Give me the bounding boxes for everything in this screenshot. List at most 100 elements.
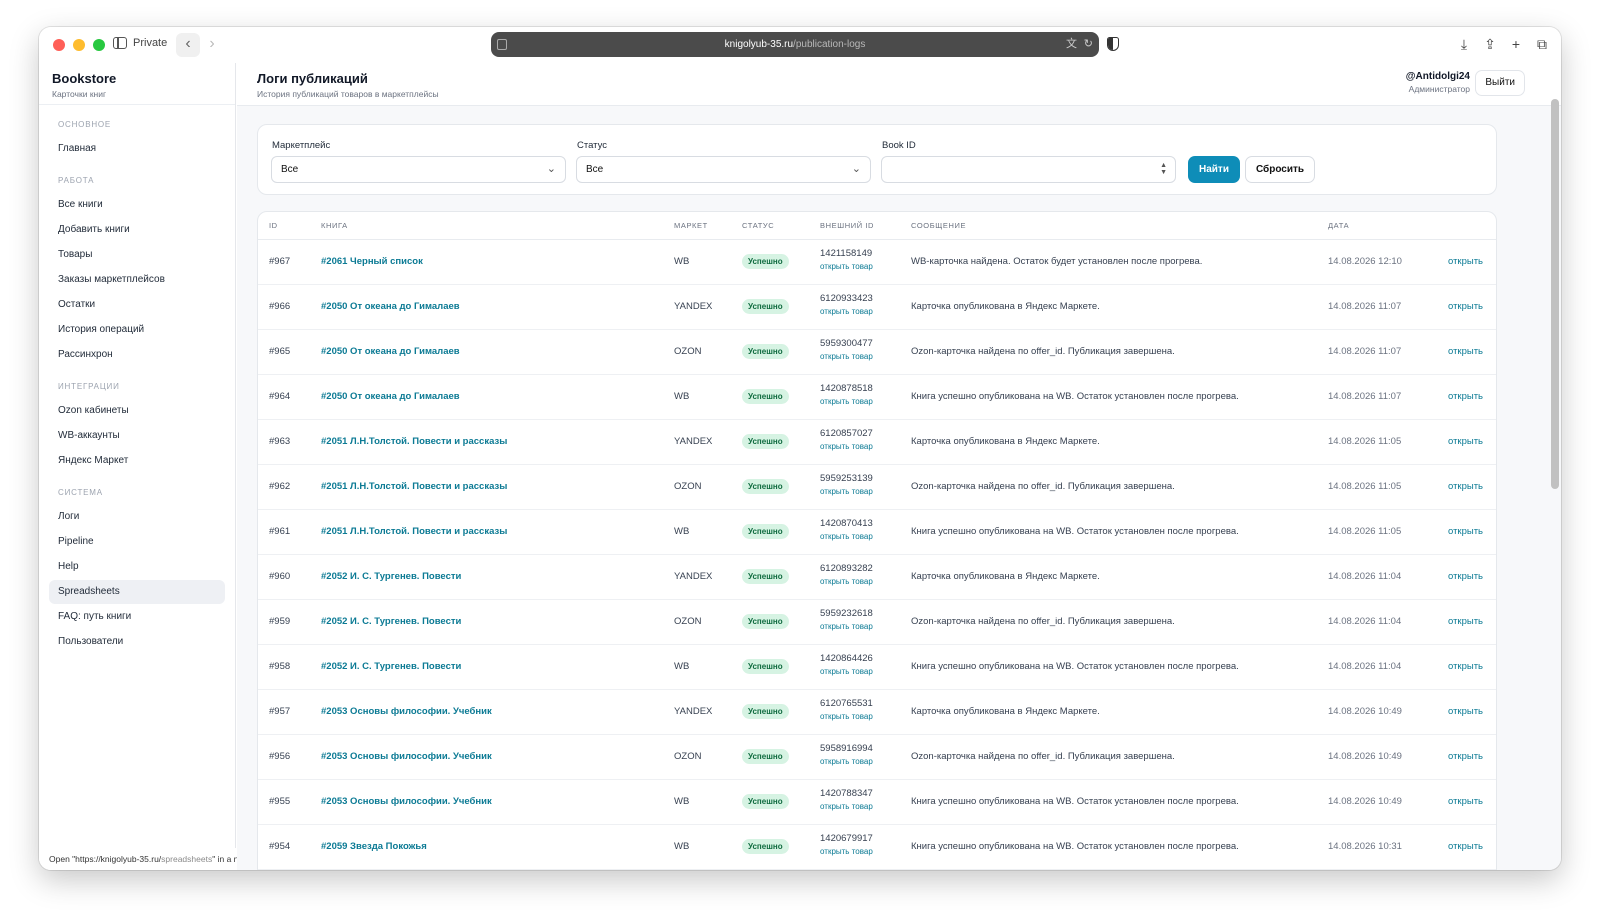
sidebar-item[interactable]: История операций xyxy=(49,318,225,342)
new-tab-icon[interactable]: + xyxy=(1509,35,1523,53)
url-path: /publication-logs xyxy=(793,39,866,50)
address-bar[interactable]: knigolyub-35.ru/publication-logs 文 ↻ xyxy=(491,32,1099,57)
open-product-link[interactable]: открыть товар xyxy=(820,487,873,496)
sidebar-item[interactable]: Остатки xyxy=(49,293,225,317)
open-link[interactable]: открыть xyxy=(1448,841,1483,852)
open-link[interactable]: открыть xyxy=(1448,436,1483,447)
external-id: 1420870413 xyxy=(820,518,873,529)
sidebar-item[interactable]: Добавить книги xyxy=(49,218,225,242)
open-link[interactable]: открыть xyxy=(1448,256,1483,267)
market-name: WB xyxy=(674,661,690,672)
sidebar-item[interactable]: Пользователи xyxy=(49,630,225,654)
book-link[interactable]: #2050 От океана до Гималаев xyxy=(321,391,460,402)
back-button[interactable]: ‹ xyxy=(176,33,200,57)
book-link[interactable]: #2052 И. С. Тургенев. Повести xyxy=(321,571,461,582)
open-product-link[interactable]: открыть товар xyxy=(820,622,873,631)
book-link[interactable]: #2052 И. С. Тургенев. Повести xyxy=(321,661,461,672)
open-product-link[interactable]: открыть товар xyxy=(820,757,873,766)
sidebar-item[interactable]: Товары xyxy=(49,243,225,267)
minimize-window-button[interactable] xyxy=(73,39,85,51)
sidebar-item[interactable]: Все книги xyxy=(49,193,225,217)
open-product-link[interactable]: открыть товар xyxy=(820,442,873,451)
sidebar-item[interactable]: Spreadsheets xyxy=(49,580,225,604)
date-text: 14.08.2026 10:31 xyxy=(1328,841,1402,852)
book-link[interactable]: #2050 От океана до Гималаев xyxy=(321,346,460,357)
divider xyxy=(39,104,235,105)
forward-button[interactable]: › xyxy=(200,33,224,57)
sidebar-item[interactable]: FAQ: путь книги xyxy=(49,605,225,629)
open-link[interactable]: открыть xyxy=(1448,706,1483,717)
book-link[interactable]: #2051 Л.Н.Толстой. Повести и рассказы xyxy=(321,526,507,537)
open-link[interactable]: открыть xyxy=(1448,526,1483,537)
reset-button[interactable]: Сбросить xyxy=(1245,156,1315,183)
book-link[interactable]: #2061 Черный список xyxy=(321,256,423,267)
brand[interactable]: Bookstore Карточки книг xyxy=(52,71,116,99)
sidebar-item[interactable]: Главная xyxy=(49,137,225,161)
sidebar-item[interactable]: Help xyxy=(49,555,225,579)
open-product-link[interactable]: открыть товар xyxy=(820,802,873,811)
external-id-cell: 1420878518 открыть товар xyxy=(820,383,873,406)
book-link[interactable]: #2053 Основы философии. Учебник xyxy=(321,751,492,762)
open-link[interactable]: открыть xyxy=(1448,481,1483,492)
share-icon[interactable]: ⇪ xyxy=(1483,35,1497,53)
market-name: OZON xyxy=(674,346,702,357)
sidebar-item[interactable]: Заказы маркетплейсов xyxy=(49,268,225,292)
maximize-window-button[interactable] xyxy=(93,39,105,51)
tabs-overview-icon[interactable]: ⧉ xyxy=(1535,35,1549,53)
reload-icon[interactable]: ↻ xyxy=(1084,38,1093,50)
open-link[interactable]: открыть xyxy=(1448,346,1483,357)
sidebar-item[interactable]: Яндекс Маркет xyxy=(49,449,225,473)
marketplace-select[interactable]: Все ⌄ xyxy=(271,156,566,183)
status-badge: Успешно xyxy=(742,524,789,539)
open-link[interactable]: открыть xyxy=(1448,301,1483,312)
open-link[interactable]: открыть xyxy=(1448,751,1483,762)
open-product-link[interactable]: открыть товар xyxy=(820,577,873,586)
open-product-link[interactable]: открыть товар xyxy=(820,262,873,271)
publication-logs-table: ID КНИГА МАРКЕТ СТАТУС ВНЕШНИЙ ID СООБЩЕ… xyxy=(257,211,1497,870)
sidebar-toggle-icon[interactable] xyxy=(113,37,127,49)
close-window-button[interactable] xyxy=(53,39,65,51)
open-product-link[interactable]: открыть товар xyxy=(820,352,873,361)
status-select[interactable]: Все ⌄ xyxy=(576,156,871,183)
open-product-link[interactable]: открыть товар xyxy=(820,532,873,541)
open-product-link[interactable]: открыть товар xyxy=(820,667,873,676)
open-product-link[interactable]: открыть товар xyxy=(820,397,873,406)
open-link[interactable]: открыть xyxy=(1448,616,1483,627)
sidebar-item[interactable]: Ozon кабинеты xyxy=(49,399,225,423)
open-link[interactable]: открыть xyxy=(1448,571,1483,582)
sidebar-item[interactable]: Рассинхрон xyxy=(49,343,225,367)
translate-icon[interactable]: 文 xyxy=(1066,38,1077,50)
privacy-shield-icon[interactable] xyxy=(1107,37,1119,51)
page-settings-icon[interactable] xyxy=(497,39,507,50)
status-badge: Успешно xyxy=(742,659,789,674)
open-link[interactable]: открыть xyxy=(1448,796,1483,807)
sidebar-item[interactable]: Pipeline xyxy=(49,530,225,554)
sidebar-item[interactable]: WB-аккаунты xyxy=(49,424,225,448)
find-button[interactable]: Найти xyxy=(1188,156,1240,183)
page-header: Логи публикаций История публикаций товар… xyxy=(237,63,1561,106)
stepper-arrows-icon[interactable]: ▲ ▼ xyxy=(1160,162,1167,176)
open-product-link[interactable]: открыть товар xyxy=(820,847,873,856)
open-product-link[interactable]: открыть товар xyxy=(820,712,873,721)
user-role: Администратор xyxy=(1408,84,1470,94)
book-link[interactable]: #2052 И. С. Тургенев. Повести xyxy=(321,616,461,627)
book-link[interactable]: #2059 Звезда Покожья xyxy=(321,841,427,852)
external-id: 6120893282 xyxy=(820,563,873,574)
market-name: YANDEX xyxy=(674,301,713,312)
row-id: #961 xyxy=(269,526,291,537)
open-product-link[interactable]: открыть товар xyxy=(820,307,873,316)
book-link[interactable]: #2053 Основы философии. Учебник xyxy=(321,796,492,807)
book-id-input[interactable]: ▲ ▼ xyxy=(881,156,1176,183)
sidebar-item[interactable]: Логи xyxy=(49,505,225,529)
open-link[interactable]: открыть xyxy=(1448,661,1483,672)
download-icon[interactable]: ⤓ xyxy=(1457,35,1471,53)
row-id: #960 xyxy=(269,571,291,582)
scrollbar[interactable] xyxy=(1551,99,1559,489)
logout-button[interactable]: Выйти xyxy=(1475,70,1525,96)
book-link[interactable]: #2053 Основы философии. Учебник xyxy=(321,706,492,717)
status-badge: Успешно xyxy=(742,389,789,404)
book-link[interactable]: #2051 Л.Н.Толстой. Повести и рассказы xyxy=(321,436,507,447)
book-link[interactable]: #2050 От океана до Гималаев xyxy=(321,301,460,312)
book-link[interactable]: #2051 Л.Н.Толстой. Повести и рассказы xyxy=(321,481,507,492)
open-link[interactable]: открыть xyxy=(1448,391,1483,402)
